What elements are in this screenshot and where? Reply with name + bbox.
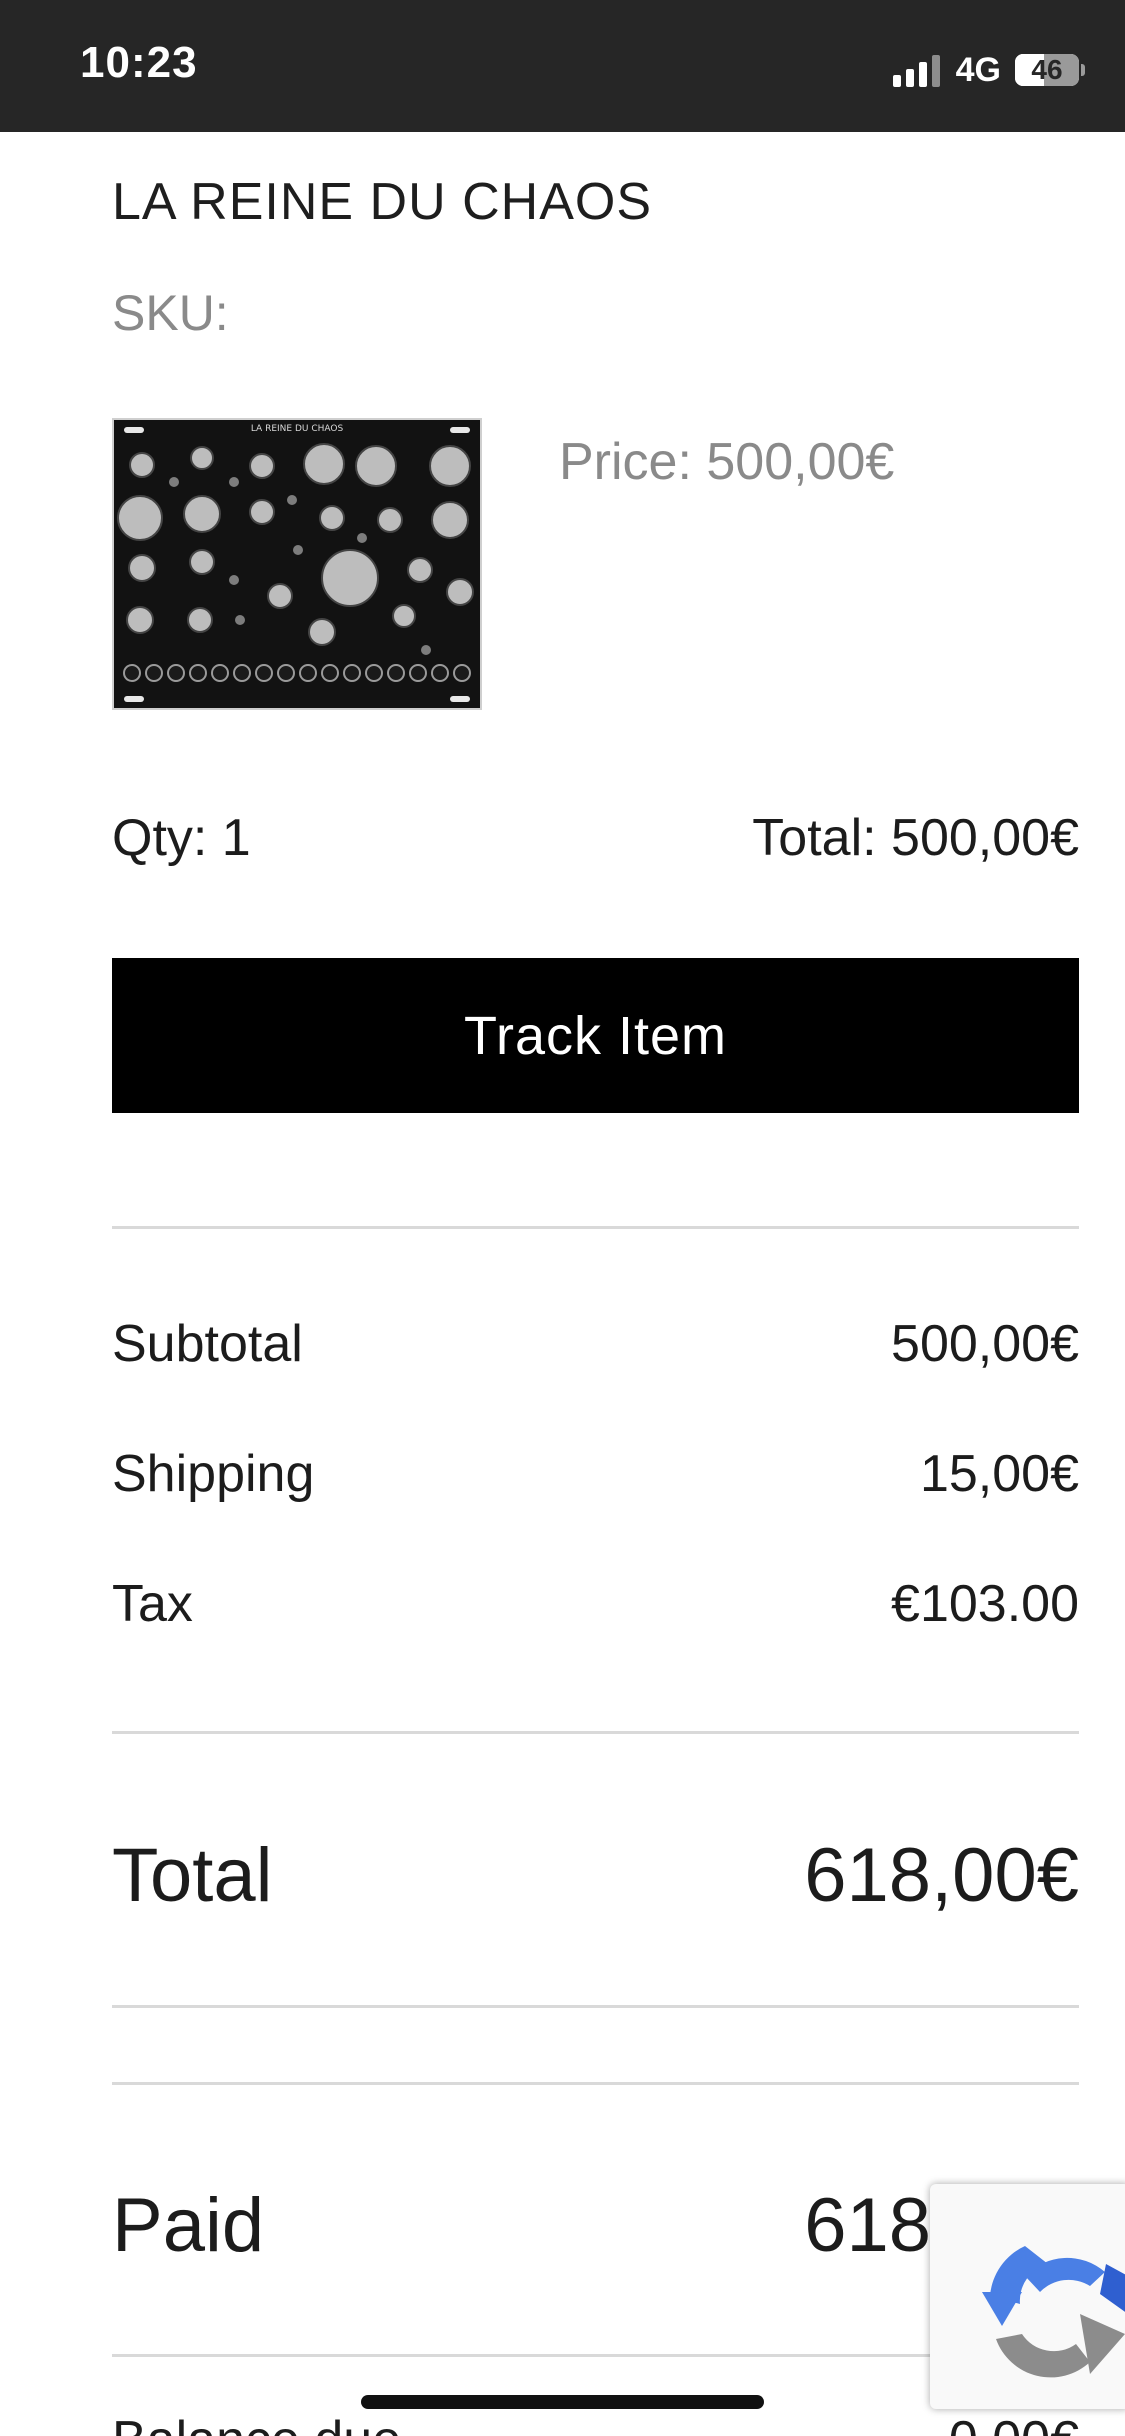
paid-label: Paid bbox=[112, 2183, 265, 2268]
status-indicators: 4G 46 bbox=[892, 50, 1085, 90]
product-title: LA REINE DU CHAOS bbox=[112, 173, 653, 231]
track-item-button[interactable]: Track Item bbox=[112, 958, 1079, 1113]
balance-due-label: Balance due bbox=[112, 2400, 401, 2436]
signal-icon bbox=[892, 53, 940, 87]
network-type: 4G bbox=[955, 50, 1001, 89]
tax-label: Tax bbox=[112, 1575, 193, 1633]
tax-value: €103.00 bbox=[891, 1575, 1079, 1633]
battery-cap bbox=[1081, 64, 1085, 76]
item-quantity: Qty: 1 bbox=[112, 809, 251, 867]
divider bbox=[112, 2005, 1079, 2008]
item-line-total: Total: 500,00€ bbox=[752, 809, 1079, 867]
product-image[interactable]: LA REINE DU CHAOS bbox=[112, 418, 482, 710]
home-indicator bbox=[361, 2395, 764, 2409]
item-price: Price: 500,00€ bbox=[559, 433, 895, 491]
subtotal-label: Subtotal bbox=[112, 1315, 303, 1373]
sku-label: SKU: bbox=[112, 285, 229, 341]
status-bar: 10:23 4G 46 bbox=[0, 0, 1125, 132]
recaptcha-badge[interactable] bbox=[930, 2184, 1125, 2409]
shipping-value: 15,00€ bbox=[919, 1445, 1079, 1503]
total-row: Total 618,00€ bbox=[112, 1832, 1079, 1919]
tax-row: Tax €103.00 bbox=[112, 1574, 1079, 1634]
shipping-label: Shipping bbox=[112, 1445, 315, 1503]
divider bbox=[112, 2082, 1079, 2085]
recaptcha-icon bbox=[982, 2246, 1125, 2378]
synth-panel-illustration: LA REINE DU CHAOS bbox=[114, 420, 480, 708]
status-time: 10:23 bbox=[80, 38, 198, 87]
panel-title: LA REINE DU CHAOS bbox=[251, 424, 344, 434]
battery-icon: 46 bbox=[1015, 54, 1079, 86]
divider bbox=[112, 1731, 1079, 1734]
subtotal-row: Subtotal 500,00€ bbox=[112, 1314, 1079, 1374]
total-value: 618,00€ bbox=[804, 1833, 1079, 1918]
subtotal-value: 500,00€ bbox=[891, 1315, 1079, 1373]
divider bbox=[112, 1226, 1079, 1229]
battery-level: 46 bbox=[1031, 54, 1063, 85]
shipping-row: Shipping 15,00€ bbox=[112, 1444, 1079, 1504]
total-label: Total bbox=[112, 1833, 273, 1918]
